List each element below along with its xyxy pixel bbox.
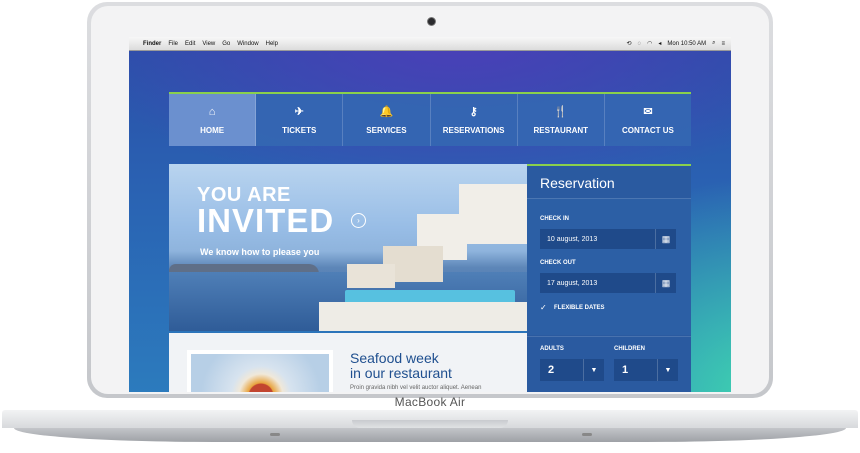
menu-go[interactable]: Go <box>222 41 230 47</box>
check-in-label: CHECK IN <box>540 216 570 222</box>
nav-label: TICKETS <box>282 126 317 135</box>
promo-card: Seafood week in our restaurant Proin gra… <box>169 333 527 392</box>
wifi-icon[interactable]: ◠ <box>647 40 652 47</box>
adults-label: ADULTS <box>540 346 564 352</box>
promo-title[interactable]: Seafood week in our restaurant <box>350 351 452 381</box>
nav-home[interactable]: ⌂ HOME <box>169 94 257 146</box>
menu-edit[interactable]: Edit <box>185 41 195 47</box>
screen: Finder File Edit View Go Window Help ⟲ ◌… <box>129 37 731 392</box>
nav-label: SERVICES <box>366 126 407 135</box>
nav-services[interactable]: 🔔 SERVICES <box>343 94 431 146</box>
menu-window[interactable]: Window <box>237 41 258 47</box>
check-out-label: CHECK OUT <box>540 260 576 266</box>
menu-help[interactable]: Help <box>266 41 278 47</box>
home-icon: ⌂ <box>208 105 216 118</box>
time-machine-icon[interactable]: ⟲ <box>627 40 632 47</box>
nav-label: RESERVATIONS <box>442 126 505 135</box>
nav-reservations[interactable]: ⚷ RESERVATIONS <box>431 94 518 146</box>
promo-image[interactable] <box>191 354 329 392</box>
children-select[interactable]: 1 ▼ <box>614 359 678 381</box>
list-icon[interactable]: ≡ <box>721 41 725 47</box>
search-icon[interactable]: ⌕ <box>712 40 715 47</box>
check-in-field[interactable]: 10 august, 2013 ▦ <box>540 229 676 249</box>
nav-restaurant[interactable]: 🍴 RESTAURANT <box>518 94 605 146</box>
reservation-title: Reservation <box>540 175 615 191</box>
promo-image-frame <box>187 350 333 392</box>
children-label: CHILDREN <box>614 346 645 352</box>
calendar-icon[interactable]: ▦ <box>655 273 676 293</box>
hero-deck <box>319 302 527 331</box>
flexible-dates-checkbox[interactable]: ✓ <box>540 304 548 312</box>
chevron-down-icon: ▼ <box>657 359 678 381</box>
check-in-value: 10 august, 2013 <box>547 235 598 243</box>
adults-value: 2 <box>548 364 555 376</box>
camera-icon <box>427 17 436 26</box>
main-nav: ⌂ HOME ✈ TICKETS 🔔 SERVICES ⚷ RESERVATIO… <box>169 92 691 146</box>
menu-bar: Finder File Edit View Go Window Help ⟲ ◌… <box>129 37 731 51</box>
nav-label: HOME <box>200 125 225 135</box>
bell-icon: 🔔 <box>379 106 394 118</box>
nav-label: CONTACT US <box>622 126 674 135</box>
menu-extras: ⟲ ◌ ◠ ◂ Mon 10:50 AM ⌕ ≡ <box>621 37 725 50</box>
nav-contact-us[interactable]: ✉ CONTACT US <box>605 94 691 146</box>
envelope-icon: ✉ <box>643 106 653 118</box>
check-out-field[interactable]: 17 august, 2013 ▦ <box>540 273 676 293</box>
hero-banner: YOU ARE INVITED › We know how to please … <box>169 164 527 331</box>
promo-title-line2: in our restaurant <box>350 365 452 381</box>
reservation-panel: Reservation CHECK IN 10 august, 2013 ▦ C… <box>527 164 691 392</box>
hero-building <box>459 184 527 244</box>
key-icon: ⚷ <box>469 106 478 118</box>
children-value: 1 <box>622 364 629 376</box>
hero-arrow-icon[interactable]: › <box>351 213 366 228</box>
sync-icon[interactable]: ◌ <box>638 41 642 47</box>
hero-building <box>347 264 395 288</box>
chevron-down-icon: ▼ <box>583 359 604 381</box>
flexible-dates-label: FLEXIBLE DATES <box>554 305 605 311</box>
device-brand-label: MacBook Air <box>394 395 466 409</box>
menu-view[interactable]: View <box>202 41 215 47</box>
promo-excerpt: Proin gravida nibh vel velit auctor aliq… <box>350 385 482 391</box>
hero-heading-large: INVITED <box>197 202 335 239</box>
menu-file[interactable]: File <box>168 41 178 47</box>
nav-label: RESTAURANT <box>533 126 589 135</box>
app-menu[interactable]: Finder <box>143 41 161 47</box>
fork-knife-icon: 🍴 <box>553 106 568 118</box>
calendar-icon[interactable]: ▦ <box>655 229 676 249</box>
hero-subtitle: We know how to please you <box>200 247 320 257</box>
promo-title-line1: Seafood week <box>350 350 439 366</box>
laptop-base-bottom <box>14 428 846 442</box>
check-out-value: 17 august, 2013 <box>547 279 598 287</box>
laptop-notch <box>352 420 508 428</box>
adults-select[interactable]: 2 ▼ <box>540 359 604 381</box>
laptop-foot <box>582 433 592 436</box>
plane-icon: ✈ <box>294 106 304 118</box>
laptop-foot <box>270 433 280 436</box>
volume-icon[interactable]: ◂ <box>658 40 661 47</box>
clock[interactable]: Mon 10:50 AM <box>667 41 706 47</box>
nav-tickets[interactable]: ✈ TICKETS <box>256 94 344 146</box>
